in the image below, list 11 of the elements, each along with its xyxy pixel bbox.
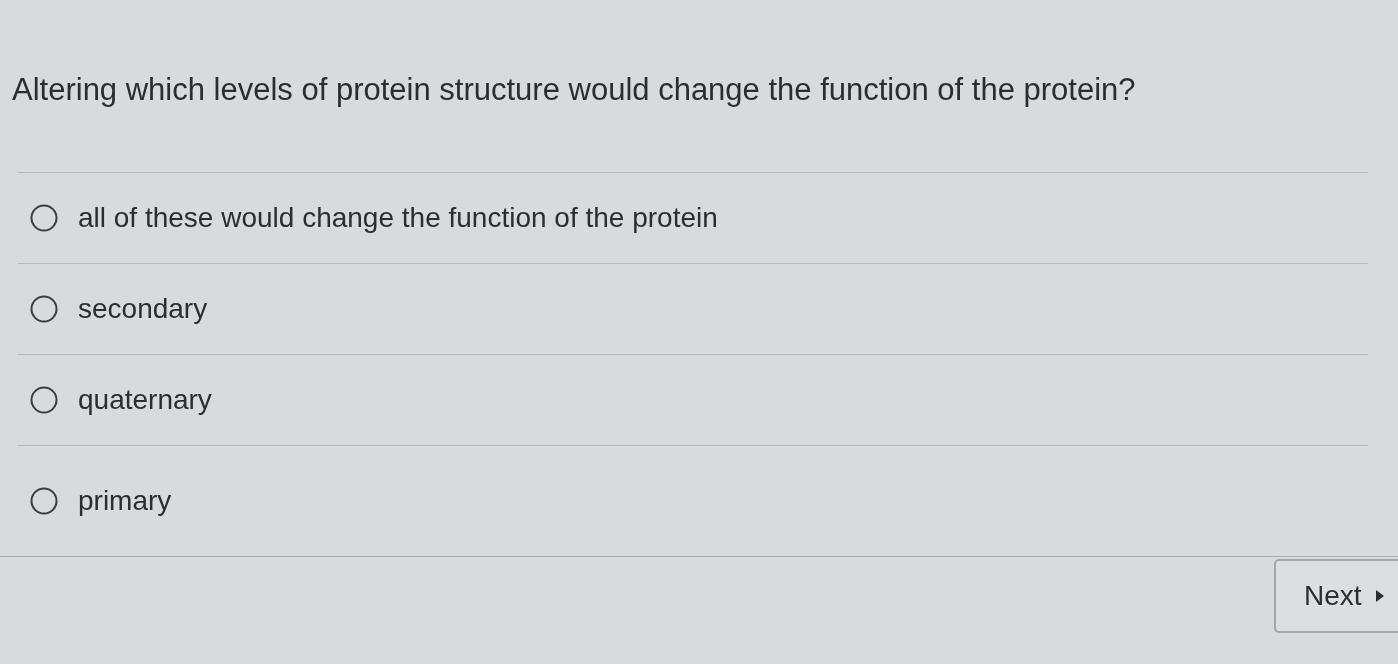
next-button[interactable]: Next	[1274, 559, 1398, 633]
answer-option[interactable]: all of these would change the function of the protein	[18, 200, 718, 236]
answer-option[interactable]: secondary	[18, 291, 208, 327]
question-text: Altering which levels of protein structure would change the function of the protein?	[12, 71, 1136, 109]
answer-option[interactable]: primary	[18, 483, 172, 519]
radio-button-icon[interactable]	[30, 487, 58, 515]
radio-button-icon[interactable]	[30, 295, 58, 323]
radio-button-icon[interactable]	[30, 204, 58, 232]
answer-option[interactable]: quaternary	[18, 382, 212, 418]
caret-icon	[1375, 590, 1384, 602]
radio-button-icon[interactable]	[30, 386, 58, 414]
